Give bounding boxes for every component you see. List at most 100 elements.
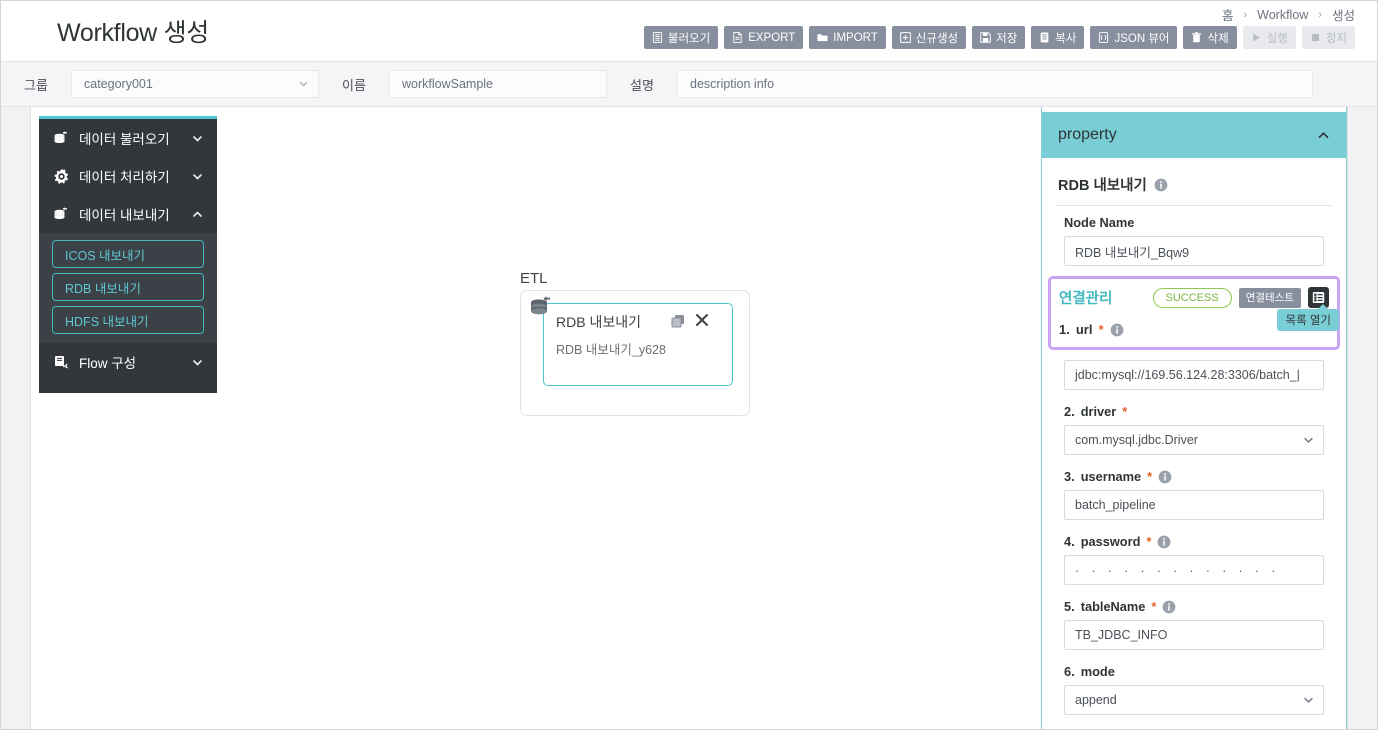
save-button[interactable]: 저장 <box>972 26 1026 49</box>
name-input[interactable]: workflowSample <box>389 70 607 98</box>
required-marker: * <box>1122 404 1128 419</box>
url-input-value: jdbc:mysql://169.56.124.28:3306/batch_| <box>1075 368 1300 382</box>
connection-test-button[interactable]: 연결테스트 <box>1238 287 1301 308</box>
delete-button[interactable]: 삭제 <box>1183 26 1237 49</box>
username-input[interactable]: batch_pipeline <box>1064 490 1324 520</box>
chevron-down-icon <box>192 133 203 144</box>
left-gutter <box>1 107 31 729</box>
field-index-mode: 6. <box>1064 664 1075 679</box>
sidebar-group-label: 데이터 불러오기 <box>79 132 170 147</box>
tablename-input-value: TB_JDBC_INFO <box>1075 628 1168 642</box>
canvas-group-label: ETL <box>520 270 548 287</box>
required-marker: * <box>1146 534 1152 549</box>
close-icon[interactable] <box>694 312 710 328</box>
trash-icon <box>1191 32 1202 43</box>
username-input-value: batch_pipeline <box>1075 498 1156 512</box>
name-input-value: workflowSample <box>402 77 494 91</box>
workflow-meta-bar: 그룹 category001 이름 workflowSample 설명 desc… <box>1 61 1377 107</box>
breadcrumb-item-home[interactable]: 홈 <box>1222 5 1234 24</box>
info-icon[interactable] <box>1157 535 1171 549</box>
json-document-icon <box>1098 32 1109 43</box>
import-button[interactable]: IMPORT <box>809 26 886 49</box>
description-input[interactable]: description info <box>677 70 1313 98</box>
breadcrumb-separator-icon: › <box>1243 8 1248 21</box>
chevron-down-icon <box>299 80 308 89</box>
info-icon[interactable] <box>1154 178 1168 192</box>
page-title: Workflow 생성 <box>57 19 209 47</box>
required-marker: * <box>1151 599 1157 614</box>
field-block-mode: 6. mode append <box>1056 664 1332 715</box>
node-name-label: Node Name <box>1064 215 1135 230</box>
save-button-label: 저장 <box>996 32 1018 45</box>
info-icon[interactable] <box>1110 323 1124 337</box>
connection-management-row: 연결관리 SUCCESS 연결테스트 <box>1059 287 1329 308</box>
password-input[interactable]: · · · · · · · · · · · · · <box>1064 555 1324 585</box>
sidebar-group-data-import[interactable]: 데이터 불러오기 <box>39 119 217 157</box>
property-panel-body: RDB 내보내기 Node Name RDB 내보내기_Bqw9 연결관리 SU… <box>1042 158 1346 715</box>
field-label-mode: 6. mode <box>1064 664 1332 679</box>
sidebar-subitems-data-export: ICOS 내보내기 RDB 내보내기 HDFS 내보내기 <box>39 233 217 343</box>
chevron-down-icon <box>1303 695 1314 706</box>
breadcrumb-item-workflow[interactable]: Workflow <box>1257 8 1308 22</box>
sidebar-item-label: RDB 내보내기 <box>65 281 141 296</box>
breadcrumb: 홈 › Workflow › 생성 <box>1222 5 1355 24</box>
list-document-icon <box>652 32 663 43</box>
copy-document-icon <box>1039 32 1050 43</box>
group-label: 그룹 <box>24 77 48 93</box>
export-button[interactable]: EXPORT <box>724 26 804 49</box>
sidebar-group-label: 데이터 내보내기 <box>79 208 170 223</box>
property-panel-header[interactable]: property <box>1042 112 1346 158</box>
status-badge: SUCCESS <box>1152 287 1232 308</box>
driver-select[interactable]: com.mysql.jdbc.Driver <box>1064 425 1324 455</box>
stop-button[interactable]: 정지 <box>1301 26 1355 49</box>
field-label-username: 3. username * <box>1064 469 1332 484</box>
chevron-down-icon <box>1303 435 1314 446</box>
chevron-up-icon <box>192 209 203 220</box>
connection-management-highlight: 연결관리 SUCCESS 연결테스트 목록 열기 1. url * <box>1048 276 1340 350</box>
folder-icon <box>817 32 828 43</box>
url-input[interactable]: jdbc:mysql://169.56.124.28:3306/batch_| <box>1064 360 1324 390</box>
sidebar-group-data-process[interactable]: 데이터 처리하기 <box>39 157 217 195</box>
field-block-password: 4. password * · · · · · · · · · · · · · <box>1056 534 1332 585</box>
new-button[interactable]: 신규생성 <box>891 26 967 49</box>
page-header: Workflow 생성 홈 › Workflow › 생성 불러오기 EXPOR… <box>1 1 1377 61</box>
property-node-name-block: Node Name RDB 내보내기_Bqw9 <box>1056 205 1332 270</box>
export-document-icon <box>732 32 743 43</box>
sidebar-item-hdfs-export[interactable]: HDFS 내보내기 <box>52 306 204 334</box>
info-icon[interactable] <box>1162 600 1176 614</box>
sidebar-item-rdb-export[interactable]: RDB 내보내기 <box>52 273 204 301</box>
group-select[interactable]: category001 <box>71 70 319 98</box>
right-gutter <box>1347 107 1377 729</box>
import-button-label: IMPORT <box>833 31 878 44</box>
field-name-url: url <box>1075 322 1093 337</box>
component-sidebar: 데이터 불러오기 데이터 처리하기 데이터 내보내기 ICOS 내보내기 RDB… <box>39 116 217 393</box>
database-out-icon <box>53 206 70 223</box>
export-button-label: EXPORT <box>748 31 796 44</box>
field-name-driver: driver <box>1080 404 1117 419</box>
tablename-input[interactable]: TB_JDBC_INFO <box>1064 620 1324 650</box>
copy-icon[interactable] <box>671 314 685 328</box>
sidebar-item-icos-export[interactable]: ICOS 내보내기 <box>52 240 204 268</box>
database-in-icon <box>53 130 70 147</box>
breadcrumb-item-current: 생성 <box>1331 9 1355 23</box>
plus-square-icon <box>899 32 911 43</box>
mode-select-value: append <box>1075 693 1117 707</box>
sidebar-group-data-export[interactable]: 데이터 내보내기 <box>39 195 217 233</box>
node-name-input-value: RDB 내보내기_Bqw9 <box>1075 245 1190 260</box>
field-block-url: jdbc:mysql://169.56.124.28:3306/batch_| <box>1056 360 1332 390</box>
group-select-value: category001 <box>84 77 153 91</box>
run-button[interactable]: 실행 <box>1242 26 1296 49</box>
field-label-tablename: 5. tableName * <box>1064 599 1332 614</box>
field-name-mode: mode <box>1080 664 1115 679</box>
json-viewer-button[interactable]: JSON 뷰어 <box>1090 26 1178 49</box>
chevron-up-icon[interactable] <box>1317 129 1330 142</box>
info-icon[interactable] <box>1158 470 1172 484</box>
node-name-input[interactable]: RDB 내보내기_Bqw9 <box>1064 236 1324 266</box>
required-marker: * <box>1098 322 1104 337</box>
sidebar-group-flow-config[interactable]: Flow 구성 <box>39 343 217 381</box>
load-button[interactable]: 불러오기 <box>643 26 719 49</box>
copy-button[interactable]: 복사 <box>1031 26 1085 49</box>
stop-icon <box>1310 32 1321 43</box>
field-label-driver: 2. driver * <box>1064 404 1332 419</box>
mode-select[interactable]: append <box>1064 685 1324 715</box>
